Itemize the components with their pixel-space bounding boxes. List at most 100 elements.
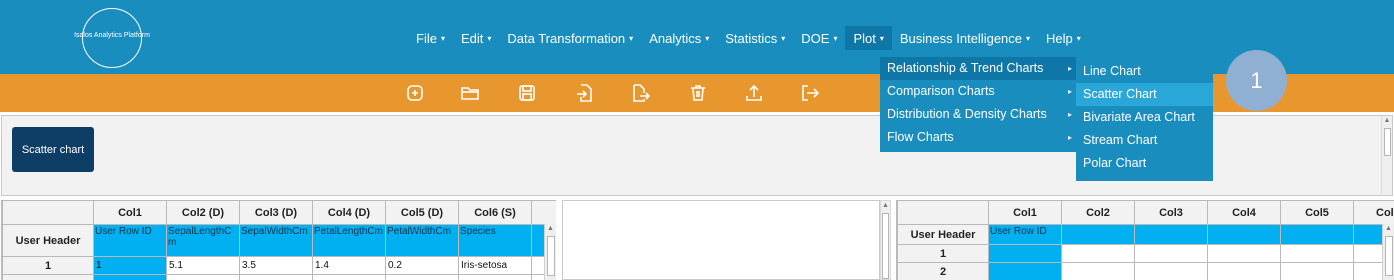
new-file-icon[interactable] <box>405 83 425 103</box>
table-cell[interactable] <box>239 274 313 280</box>
user-header-label: User Header <box>897 224 989 245</box>
submenu-item-polar-chart[interactable]: Polar Chart <box>1076 152 1213 175</box>
table-cell[interactable] <box>1207 262 1281 280</box>
column-header[interactable]: Col1 <box>93 200 167 225</box>
menu-help[interactable]: Help ▾ <box>1038 26 1089 50</box>
user-header-cell[interactable]: SepalLengthCm <box>166 224 240 257</box>
export-icon[interactable] <box>630 83 650 103</box>
submenu-item-scatter-chart[interactable]: Scatter Chart <box>1076 83 1213 106</box>
column-header[interactable]: Col5 <box>1280 200 1354 225</box>
user-header-cell[interactable]: PetalWidthCm <box>385 224 459 257</box>
exit-icon[interactable] <box>800 83 820 103</box>
table-cell[interactable]: Iris-setosa <box>458 256 532 275</box>
table-cell[interactable] <box>1134 262 1208 280</box>
scatter-chart-tile[interactable]: Scatter chart <box>12 127 94 172</box>
row-header[interactable]: 2 <box>897 262 989 280</box>
table-cell[interactable] <box>93 274 167 280</box>
column-header-row: Col1 Col2 (D) Col3 (D) Col4 (D) Col5 (D)… <box>2 200 556 225</box>
column-header[interactable]: Col <box>1353 200 1394 225</box>
scroll-thumb[interactable] <box>1384 128 1391 156</box>
user-header-cell[interactable]: Species <box>458 224 532 257</box>
column-header-filler <box>531 200 556 225</box>
menu-item-distribution-density-charts[interactable]: Distribution & Density Charts ▸ <box>880 103 1076 126</box>
row-header[interactable] <box>2 274 94 280</box>
scroll-thumb[interactable] <box>1385 236 1393 276</box>
scroll-up-icon[interactable]: ▲ <box>1382 116 1392 126</box>
user-header-cell[interactable]: SepalWidthCm <box>239 224 313 257</box>
user-header-cell[interactable]: User Row ID <box>93 224 167 257</box>
user-header-cell[interactable] <box>1280 224 1354 245</box>
table-cell[interactable] <box>166 274 240 280</box>
column-header[interactable]: Col5 (D) <box>385 200 459 225</box>
menu-file[interactable]: File ▾ <box>408 26 453 50</box>
menu-label: Help <box>1046 30 1073 46</box>
user-header-cell[interactable] <box>1207 224 1281 245</box>
menu-edit[interactable]: Edit ▾ <box>453 26 499 50</box>
submenu-item-line-chart[interactable]: Line Chart <box>1076 60 1213 83</box>
chevron-down-icon: ▾ <box>629 33 634 43</box>
submenu-item-stream-chart[interactable]: Stream Chart <box>1076 129 1213 152</box>
column-header[interactable]: Col2 <box>1061 200 1135 225</box>
table-cell[interactable]: 1.4 <box>312 256 386 275</box>
table-cell[interactable] <box>1280 262 1354 280</box>
column-header[interactable]: Col3 (D) <box>239 200 313 225</box>
delete-icon[interactable] <box>688 83 708 103</box>
table-cell[interactable] <box>1280 244 1354 263</box>
right-grid-scrollbar[interactable]: ▲ <box>1382 224 1394 280</box>
upload-icon[interactable] <box>744 83 764 103</box>
left-grid-scrollbar[interactable]: ▲ <box>544 224 556 280</box>
table-cell[interactable] <box>1061 262 1135 280</box>
menu-item-flow-charts[interactable]: Flow Charts ▸ <box>880 126 1076 149</box>
scroll-up-icon[interactable]: ▲ <box>1383 224 1394 234</box>
left-data-grid: Col1 Col2 (D) Col3 (D) Col4 (D) Col5 (D)… <box>1 200 556 280</box>
table-cell[interactable]: 3.5 <box>239 256 313 275</box>
menu-item-comparison-charts[interactable]: Comparison Charts ▸ <box>880 80 1076 103</box>
table-cell[interactable] <box>1134 244 1208 263</box>
menu-doe[interactable]: DOE ▾ <box>793 26 845 50</box>
table-cell[interactable] <box>312 274 386 280</box>
table-cell[interactable] <box>458 274 532 280</box>
user-header-cell[interactable]: User Row ID <box>988 224 1062 245</box>
menu-analytics[interactable]: Analytics ▾ <box>641 26 717 50</box>
menu-item-relationship-trend-charts[interactable]: Relationship & Trend Charts ▸ <box>880 57 1076 80</box>
corner-cell <box>2 200 94 225</box>
row-header[interactable]: 1 <box>2 256 94 275</box>
table-cell[interactable]: 5.1 <box>166 256 240 275</box>
column-header[interactable]: Col4 <box>1207 200 1281 225</box>
user-header-cell[interactable] <box>1061 224 1135 245</box>
column-header[interactable]: Col6 (S) <box>458 200 532 225</box>
menu-data-transformation[interactable]: Data Transformation ▾ <box>499 26 641 50</box>
column-header[interactable]: Col3 <box>1134 200 1208 225</box>
column-header[interactable]: Col4 (D) <box>312 200 386 225</box>
menu-business-intelligence[interactable]: Business Intelligence ▾ <box>892 26 1038 50</box>
menu-item-label: Flow Charts <box>887 130 954 144</box>
panel-scrollbar[interactable]: ▲ <box>1381 116 1392 195</box>
table-cell[interactable] <box>1207 244 1281 263</box>
row-header[interactable]: 1 <box>897 244 989 263</box>
scroll-thumb[interactable] <box>547 236 555 276</box>
table-cell[interactable]: 1 <box>93 256 167 275</box>
chevron-down-icon: ▾ <box>781 33 786 43</box>
scroll-up-icon[interactable]: ▲ <box>545 224 556 234</box>
submenu-item-bivariate-area-chart[interactable]: Bivariate Area Chart <box>1076 106 1213 129</box>
user-header-cell[interactable] <box>1134 224 1208 245</box>
import-icon[interactable] <box>575 83 595 103</box>
scroll-up-icon[interactable]: ▲ <box>881 201 890 211</box>
table-row: 1 <box>897 244 1394 263</box>
table-cell[interactable] <box>1061 244 1135 263</box>
middle-scrollbar[interactable]: ▲ <box>880 200 891 280</box>
user-header-cell[interactable]: PetalLengthCm <box>312 224 386 257</box>
column-header[interactable]: Col1 <box>988 200 1062 225</box>
table-cell[interactable] <box>385 274 459 280</box>
menu-plot[interactable]: Plot ▾ <box>845 26 892 50</box>
menu-statistics[interactable]: Statistics ▾ <box>717 26 793 50</box>
chevron-right-icon: ▸ <box>1067 110 1072 119</box>
scroll-thumb[interactable] <box>882 213 889 279</box>
main-menu: File ▾ Edit ▾ Data Transformation ▾ Analyti… <box>408 26 1089 50</box>
table-cell[interactable]: 0.2 <box>385 256 459 275</box>
open-folder-icon[interactable] <box>460 83 480 103</box>
column-header[interactable]: Col2 (D) <box>166 200 240 225</box>
table-cell[interactable] <box>988 262 1062 280</box>
save-icon[interactable] <box>517 83 537 103</box>
table-cell[interactable] <box>988 244 1062 263</box>
